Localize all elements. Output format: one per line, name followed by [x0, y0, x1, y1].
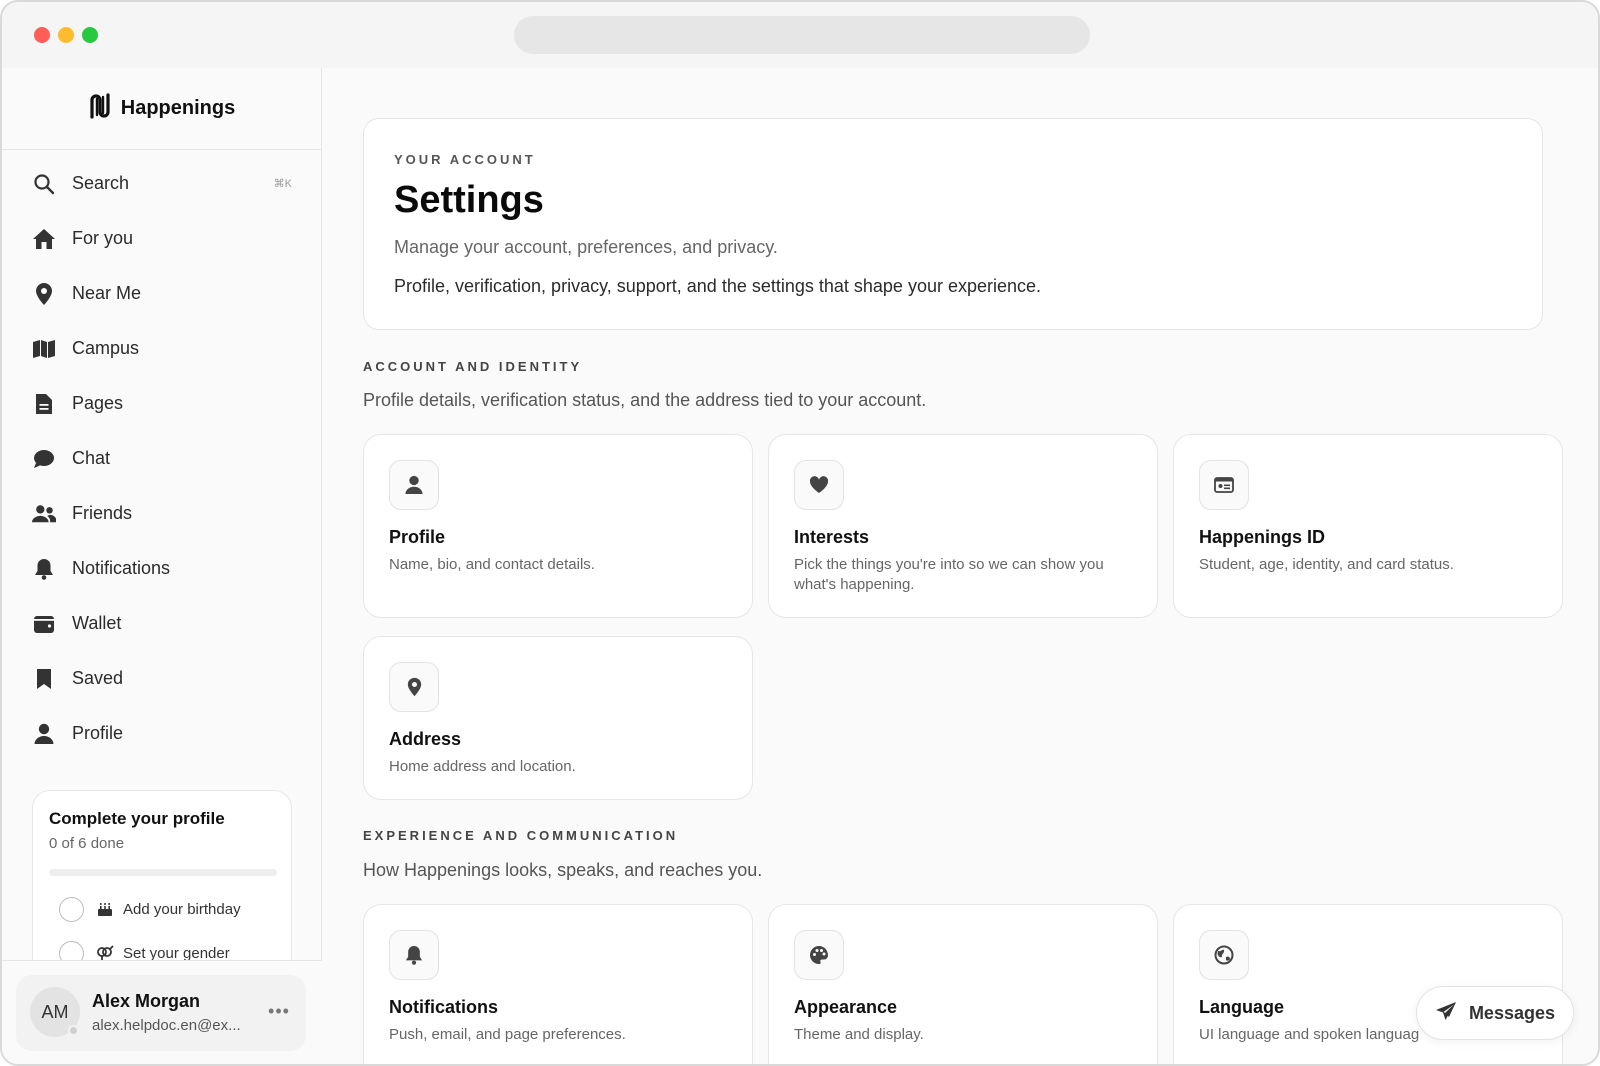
settings-card-profile[interactable]: Profile Name, bio, and contact details.: [363, 434, 753, 618]
paper-plane-icon: [1435, 1001, 1457, 1026]
settings-card-language[interactable]: Language UI language and spoken languag: [1173, 904, 1563, 1064]
sidebar-item-label: Wallet: [72, 613, 122, 633]
id-card-icon: [1199, 460, 1249, 510]
birthday-cake-icon: [96, 900, 114, 918]
bookmark-icon: [32, 667, 56, 691]
brand[interactable]: Happenings: [2, 68, 322, 150]
messages-button[interactable]: Messages: [1415, 986, 1574, 1040]
presence-dot: [68, 1025, 79, 1036]
sidebar-item-label: Friends: [72, 503, 133, 523]
page-subtitle: Manage your account, preferences, and pr…: [394, 237, 778, 257]
globe-icon: [1199, 930, 1249, 980]
maximize-window-button[interactable]: [82, 27, 98, 43]
complete-profile-progress-bar: [49, 869, 277, 876]
settings-card-address[interactable]: Address Home address and location.: [363, 636, 753, 800]
settings-card-appearance[interactable]: Appearance Theme and display.: [768, 904, 1158, 1064]
settings-card-notifications[interactable]: Notifications Push, email, and page pref…: [363, 904, 753, 1064]
sidebar-item-label: Saved: [72, 668, 124, 688]
sidebar: Happenings Search ⌘K For you Near Me Cam…: [2, 68, 322, 1064]
sidebar-item-label: Near Me: [72, 283, 142, 303]
heart-icon: [794, 460, 844, 510]
sidebar-item-label: For you: [72, 228, 134, 248]
shortcut-hint: ⌘K: [273, 178, 292, 190]
sidebar-item-chat[interactable]: Chat: [2, 431, 322, 486]
sidebar-item-friends[interactable]: Friends: [2, 486, 322, 541]
sidebar-item-pages[interactable]: Pages: [2, 376, 322, 431]
sidebar-item-label: Profile: [72, 723, 124, 743]
card-description: Pick the things you're into so we can sh…: [794, 556, 1104, 593]
page-description: Profile, verification, privacy, support,…: [394, 276, 1042, 296]
task-label: Add your birthday: [123, 900, 241, 918]
section-title-account: ACCOUNT AND IDENTITY: [363, 359, 583, 374]
sidebar-item-campus[interactable]: Campus: [2, 321, 322, 376]
bell-icon: [32, 557, 56, 581]
card-title: Address: [389, 729, 462, 749]
close-window-button[interactable]: [34, 27, 50, 43]
map-pin-icon: [32, 282, 56, 306]
card-description: Home address and location.: [389, 758, 576, 775]
card-description: Student, age, identity, and card status.: [1199, 556, 1454, 573]
user-account-button[interactable]: AM Alex Morgan alex.helpdoc.en@ex... •••: [16, 975, 306, 1051]
sidebar-item-label: Search: [72, 173, 130, 193]
sidebar-item-wallet[interactable]: Wallet: [2, 596, 322, 651]
page-title: Settings: [394, 179, 544, 221]
sidebar-item-label: Chat: [72, 448, 111, 468]
wallet-icon: [32, 612, 56, 636]
user-name: Alex Morgan: [92, 991, 201, 1011]
card-description: Theme and display.: [794, 1026, 924, 1043]
sidebar-item-label: Pages: [72, 393, 124, 413]
users-icon: [32, 502, 56, 526]
sidebar-item-near-me[interactable]: Near Me: [2, 266, 322, 321]
settings-card-interests[interactable]: Interests Pick the things you're into so…: [768, 434, 1158, 618]
user-email: alex.helpdoc.en@ex...: [92, 1017, 241, 1034]
section-description-account: Profile details, verification status, an…: [363, 390, 927, 410]
sidebar-item-for-you[interactable]: For you: [2, 211, 322, 266]
user-bar: AM Alex Morgan alex.helpdoc.en@ex... •••: [2, 960, 322, 1064]
chat-bubble-icon: [32, 447, 56, 471]
profile-task-birthday[interactable]: Add your birthday: [59, 896, 241, 922]
task-label: Set your gender: [123, 944, 230, 962]
browser-window: Happenings Search ⌘K For you Near Me Cam…: [0, 0, 1600, 1066]
happenings-logo-icon: [89, 93, 111, 124]
home-icon: [32, 227, 56, 251]
sidebar-item-label: Campus: [72, 338, 140, 358]
card-description: Name, bio, and contact details.: [389, 556, 595, 573]
card-description: Push, email, and page preferences.: [389, 1026, 626, 1043]
card-title: Appearance: [794, 997, 898, 1017]
sidebar-item-search[interactable]: Search ⌘K: [2, 156, 322, 211]
document-icon: [32, 392, 56, 416]
messages-button-label: Messages: [1468, 1002, 1555, 1023]
complete-profile-title: Complete your profile: [49, 809, 225, 828]
card-title: Interests: [794, 527, 870, 547]
card-title: Happenings ID: [1199, 527, 1326, 547]
complete-profile-progress-text: 0 of 6 done: [49, 835, 125, 852]
main-content: YOUR ACCOUNT Settings Manage your accoun…: [323, 68, 1598, 1064]
section-title-experience: EXPERIENCE AND COMMUNICATION: [363, 828, 679, 843]
search-icon: [32, 172, 56, 196]
user-icon: [32, 722, 56, 746]
address-bar[interactable]: [514, 16, 1090, 54]
sidebar-item-profile[interactable]: Profile: [2, 706, 322, 761]
palette-icon: [794, 930, 844, 980]
sidebar-item-notifications[interactable]: Notifications: [2, 541, 322, 596]
sidebar-item-saved[interactable]: Saved: [2, 651, 322, 706]
sidebar-nav: Search ⌘K For you Near Me Campus Pages C…: [2, 156, 322, 761]
settings-card-happenings-id[interactable]: Happenings ID Student, age, identity, an…: [1173, 434, 1563, 618]
sidebar-item-label: Notifications: [72, 558, 171, 578]
user-icon: [389, 460, 439, 510]
card-title: Notifications: [389, 997, 499, 1017]
card-title: Language: [1199, 997, 1285, 1017]
settings-header-card: YOUR ACCOUNT Settings Manage your accoun…: [363, 118, 1543, 330]
card-title: Profile: [389, 527, 446, 547]
hero-eyebrow: YOUR ACCOUNT: [394, 152, 536, 167]
more-options-icon[interactable]: •••: [268, 1001, 290, 1021]
title-bar: [2, 2, 1598, 68]
minimize-window-button[interactable]: [58, 27, 74, 43]
section-description-experience: How Happenings looks, speaks, and reache…: [363, 860, 763, 880]
brand-name: Happenings: [120, 97, 236, 119]
task-checkbox[interactable]: [59, 896, 84, 922]
bell-icon: [389, 930, 439, 980]
map-pin-icon: [389, 662, 439, 712]
map-icon: [32, 337, 56, 361]
